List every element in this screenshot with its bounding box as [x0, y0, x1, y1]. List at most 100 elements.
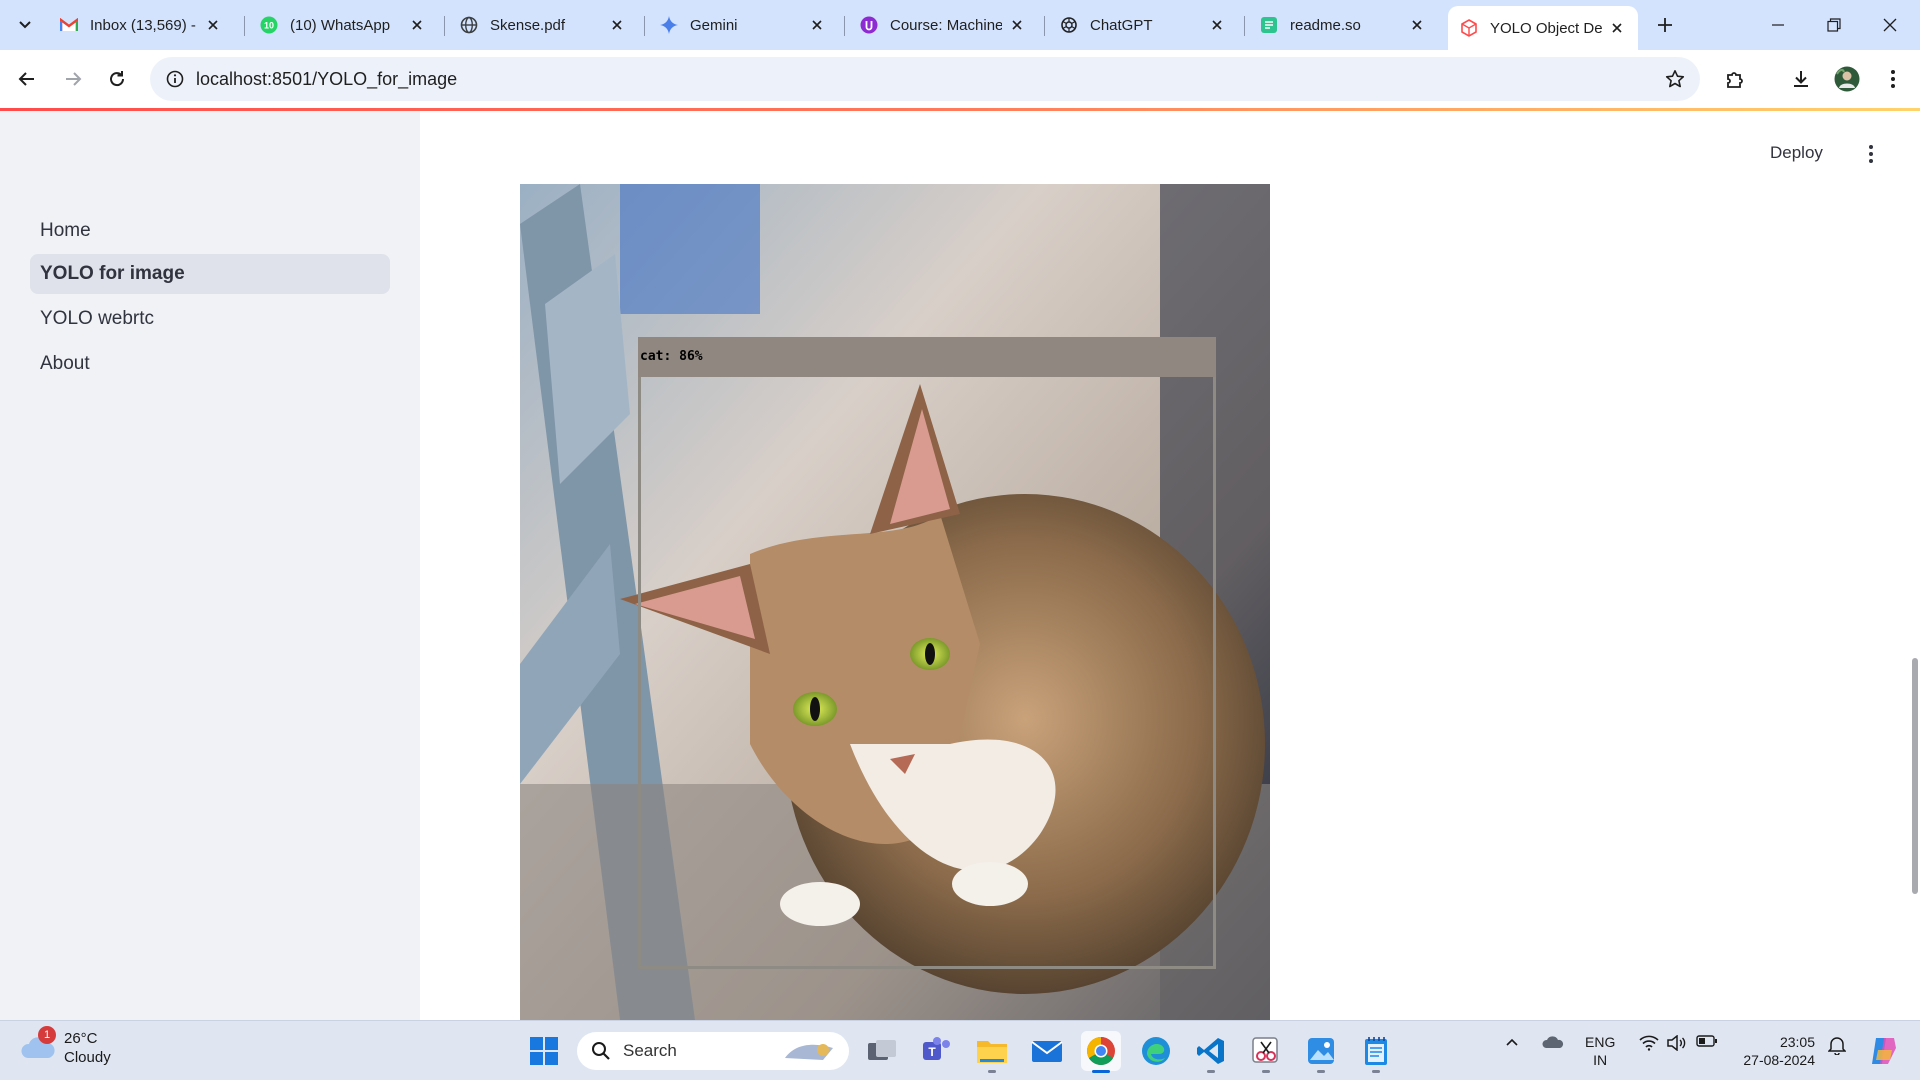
system-clock[interactable]: 23:05 27-08-2024	[1735, 1033, 1815, 1069]
app-page: Home YOLO for image YOLO webrtc About De…	[0, 111, 1920, 1020]
chrome-icon	[1087, 1037, 1115, 1065]
close-icon[interactable]	[1408, 16, 1426, 34]
tab-gemini[interactable]: Gemini	[648, 8, 838, 42]
site-info-icon[interactable]	[160, 64, 190, 94]
vscode-icon	[1197, 1038, 1224, 1064]
sidebar-item-about[interactable]: About	[30, 344, 390, 384]
speaker-icon	[1667, 1035, 1686, 1051]
profile-avatar[interactable]	[1830, 62, 1864, 96]
tab-strip: Inbox (13,569) - 10 (10) WhatsApp Skense…	[0, 0, 1920, 50]
browser-menu-button[interactable]	[1876, 62, 1910, 96]
taskbar-file-explorer[interactable]	[972, 1031, 1012, 1073]
taskbar-vscode[interactable]	[1191, 1031, 1231, 1073]
bounding-box	[638, 337, 1216, 969]
bell-icon	[1828, 1037, 1846, 1055]
downloads-button[interactable]	[1784, 62, 1818, 96]
taskbar-mail[interactable]	[1027, 1031, 1067, 1071]
more-vertical-icon	[1869, 145, 1873, 163]
tab-yolo[interactable]: YOLO Object De	[1448, 6, 1638, 50]
volume-tray-icon[interactable]	[1664, 1035, 1690, 1051]
taskbar-notepad[interactable]	[1356, 1031, 1396, 1073]
close-icon[interactable]	[608, 16, 626, 34]
wifi-icon	[1639, 1035, 1659, 1051]
taskbar-photos[interactable]	[1301, 1031, 1341, 1073]
running-indicator	[988, 1070, 996, 1073]
close-window-button[interactable]	[1862, 0, 1918, 50]
snipping-tool-icon	[1252, 1037, 1278, 1063]
onedrive-tray-icon[interactable]	[1538, 1035, 1568, 1049]
globe-icon	[460, 16, 478, 34]
close-icon[interactable]	[808, 16, 826, 34]
reload-button[interactable]	[100, 62, 134, 96]
weather-temperature: 26°C	[64, 1030, 98, 1047]
copilot-icon	[1872, 1038, 1896, 1064]
close-icon[interactable]	[204, 16, 222, 34]
browser-toolbar: localhost:8501/YOLO_for_image	[0, 50, 1920, 108]
close-icon[interactable]	[408, 16, 426, 34]
cloud-icon: 1	[20, 1026, 56, 1066]
puzzle-icon	[1727, 72, 1743, 88]
new-tab-button[interactable]	[1650, 10, 1680, 40]
close-icon[interactable]	[1208, 16, 1226, 34]
app-menu-button[interactable]	[1856, 139, 1886, 169]
tab-chatgpt[interactable]: ChatGPT	[1048, 8, 1238, 42]
weather-description: Cloudy	[64, 1049, 111, 1066]
reload-icon	[110, 71, 125, 87]
taskbar-snipping-tool[interactable]	[1246, 1031, 1286, 1073]
region-code: IN	[1593, 1052, 1608, 1068]
minimize-button[interactable]	[1750, 0, 1806, 50]
running-indicator	[1317, 1070, 1325, 1073]
tab-whatsapp[interactable]: 10 (10) WhatsApp	[248, 8, 438, 42]
sidebar-item-yolo-webrtc[interactable]: YOLO webrtc	[30, 299, 390, 339]
task-view-icon	[868, 1040, 896, 1060]
taskbar-edge[interactable]	[1136, 1031, 1176, 1071]
battery-icon	[1696, 1035, 1717, 1047]
show-hidden-icons-button[interactable]	[1500, 1035, 1524, 1049]
tab-skense[interactable]: Skense.pdf	[448, 8, 638, 42]
tab-gmail[interactable]: Inbox (13,569) -	[48, 8, 234, 42]
tab-readme[interactable]: readme.so	[1248, 8, 1438, 42]
back-button[interactable]	[10, 62, 44, 96]
running-indicator	[1092, 1070, 1110, 1073]
deploy-button[interactable]: Deploy	[1770, 143, 1823, 163]
search-icon	[592, 1042, 610, 1060]
sidebar: Home YOLO for image YOLO webrtc About	[0, 111, 420, 1020]
taskbar-teams[interactable]: T	[917, 1031, 957, 1071]
address-bar[interactable]: localhost:8501/YOLO_for_image	[150, 57, 1700, 101]
tab-course[interactable]: Course: Machine	[848, 8, 1038, 42]
battery-tray-icon[interactable]	[1694, 1035, 1720, 1047]
tab-title: readme.so	[1290, 16, 1361, 34]
input-language[interactable]: ENG IN	[1585, 1033, 1615, 1069]
gmail-icon	[60, 16, 78, 34]
notifications-button[interactable]	[1824, 1035, 1850, 1055]
chatgpt-icon	[1060, 16, 1078, 34]
wifi-tray-icon[interactable]	[1636, 1035, 1662, 1051]
weather-widget[interactable]: 1 26°C Cloudy	[20, 1026, 111, 1067]
tab-search-button[interactable]	[10, 10, 40, 40]
forward-button[interactable]	[56, 62, 90, 96]
restore-button[interactable]	[1806, 0, 1862, 50]
sidebar-item-home[interactable]: Home	[30, 211, 390, 251]
readme-icon	[1260, 16, 1278, 34]
taskbar-search[interactable]: Search	[577, 1032, 849, 1070]
course-icon	[860, 16, 878, 34]
clock-time: 23:05	[1779, 1034, 1815, 1050]
start-button[interactable]	[524, 1031, 564, 1071]
language-code: ENG	[1585, 1034, 1616, 1050]
download-icon	[1794, 71, 1808, 87]
taskbar-chrome[interactable]	[1081, 1031, 1121, 1073]
extensions-button[interactable]	[1718, 62, 1752, 96]
tab-title: YOLO Object De	[1490, 19, 1602, 37]
running-indicator	[1262, 1070, 1270, 1073]
tab-title: Course: Machine	[890, 16, 1002, 34]
close-icon[interactable]	[1008, 16, 1026, 34]
tab-title: Inbox (13,569) -	[90, 16, 196, 34]
task-view-button[interactable]	[862, 1031, 902, 1071]
copilot-button[interactable]	[1864, 1031, 1904, 1071]
close-icon	[1883, 18, 1897, 32]
scrollbar-thumb[interactable]	[1912, 658, 1918, 894]
sidebar-item-label: Home	[40, 220, 91, 241]
bookmark-star-icon[interactable]	[1660, 64, 1690, 94]
close-icon[interactable]	[1608, 19, 1626, 37]
sidebar-item-yolo-image[interactable]: YOLO for image	[30, 254, 390, 294]
